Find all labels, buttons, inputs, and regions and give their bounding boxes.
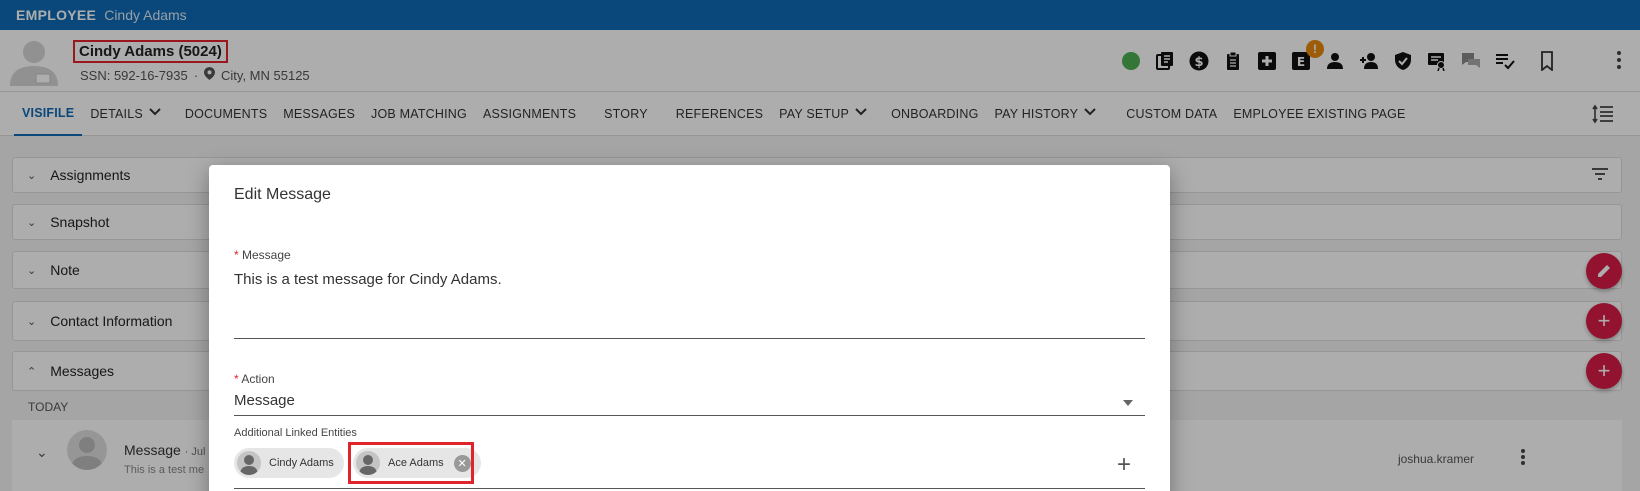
label-text: Message (242, 248, 291, 262)
required-marker: * (234, 372, 239, 386)
chip-label: Cindy Adams (269, 457, 334, 469)
entity-chip[interactable]: Cindy Adams (234, 448, 344, 478)
linked-entities-label: Additional Linked Entities (234, 427, 357, 439)
message-field-label: * Message (234, 248, 291, 262)
dropdown-arrow-icon (1123, 400, 1133, 406)
action-field-label: * Action (234, 372, 275, 386)
message-value: This is a test message for Cindy Adams. (234, 271, 502, 288)
add-entity-button[interactable]: + (1117, 451, 1131, 479)
action-select[interactable]: Message (234, 392, 1145, 416)
action-value: Message (234, 392, 295, 409)
message-textarea[interactable]: This is a test message for Cindy Adams. (234, 271, 1145, 339)
linked-entities-field[interactable]: Cindy Adams Ace Adams ✕ + (234, 442, 1145, 489)
required-marker: * (234, 248, 239, 262)
person-icon (237, 451, 261, 475)
highlight-box (348, 442, 474, 484)
edit-message-dialog: Edit Message * Message This is a test me… (209, 165, 1170, 491)
dialog-title: Edit Message (234, 186, 331, 203)
label-text: Action (241, 372, 275, 386)
